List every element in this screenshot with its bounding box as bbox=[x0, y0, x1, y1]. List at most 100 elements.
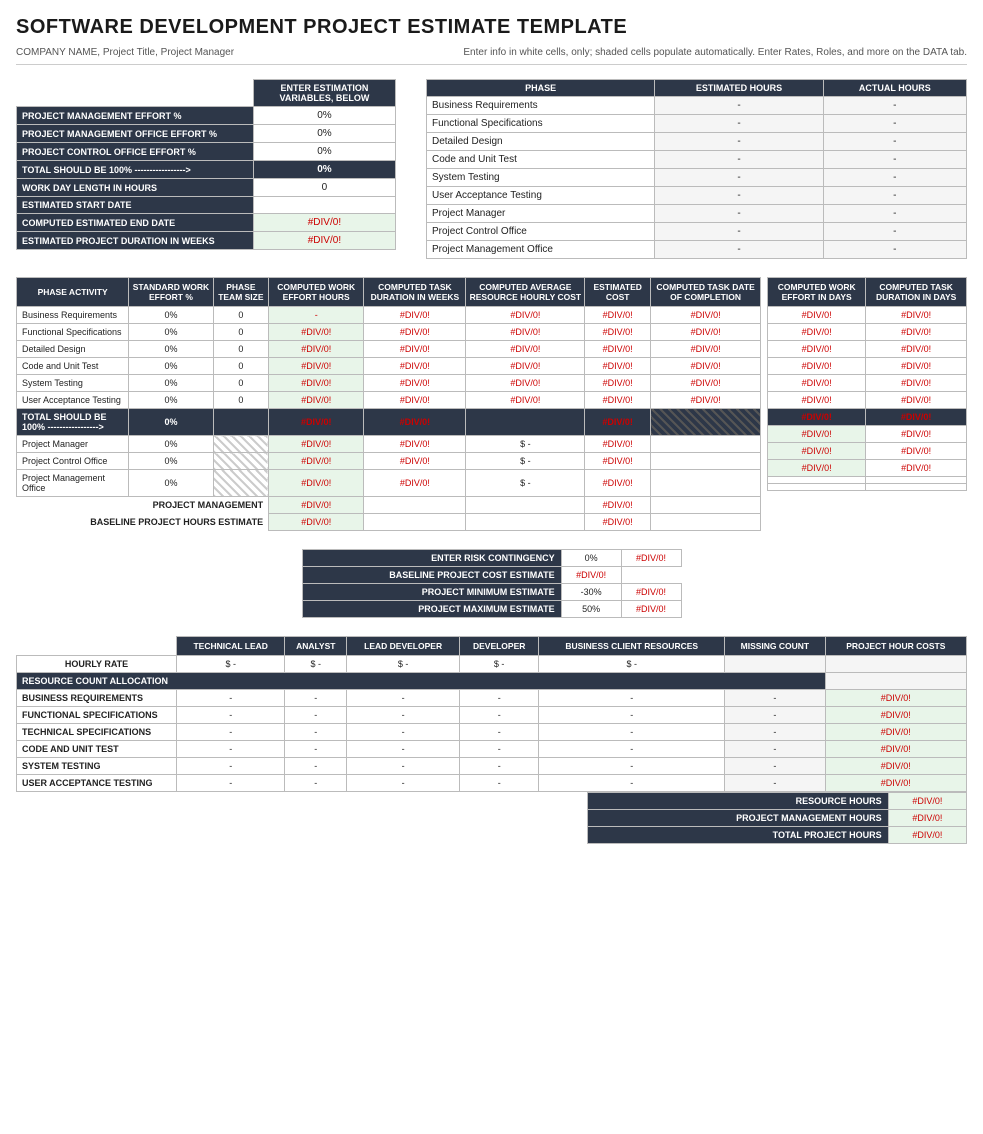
phase-estimated-8: - bbox=[655, 241, 823, 259]
res-row-val-1-0[interactable]: - bbox=[177, 707, 285, 724]
res-row-missing-2: - bbox=[725, 724, 825, 741]
mid-mgmt-workhours-0: #DIV/0! bbox=[269, 436, 364, 453]
left-row-value-2[interactable]: 0% bbox=[253, 143, 395, 161]
mid-total-teamsize bbox=[213, 409, 268, 436]
mid-summary-label-0: PROJECT MANAGEMENT bbox=[17, 497, 269, 514]
mid-effort-3[interactable]: 0% bbox=[129, 358, 213, 375]
mid-teamsize-4[interactable]: 0 bbox=[213, 375, 268, 392]
res-row-val-0-1[interactable]: - bbox=[285, 690, 347, 707]
mid-section: PHASE ACTIVITYSTANDARD WORK EFFORT %PHAS… bbox=[16, 277, 967, 531]
left-row-value-5[interactable] bbox=[253, 197, 395, 214]
mid-mgmt-teamsize-1 bbox=[213, 453, 268, 470]
res-row-label-5: USER ACCEPTANCE TESTING bbox=[17, 775, 177, 792]
res-row-val-2-3[interactable]: - bbox=[460, 724, 539, 741]
mid-teamsize-1[interactable]: 0 bbox=[213, 324, 268, 341]
res-row-val-5-4[interactable]: - bbox=[539, 775, 725, 792]
res-row-val-4-3[interactable]: - bbox=[460, 758, 539, 775]
res-row-val-4-4[interactable]: - bbox=[539, 758, 725, 775]
risk-value1-0[interactable]: 0% bbox=[561, 550, 621, 567]
mini-days-2: #DIV/0! bbox=[768, 341, 866, 358]
left-panel: ENTER ESTIMATION VARIABLES, BELOW PROJEC… bbox=[16, 79, 396, 259]
res-row-val-3-4[interactable]: - bbox=[539, 741, 725, 758]
res-row-val-0-3[interactable]: - bbox=[460, 690, 539, 707]
mid-teamsize-2[interactable]: 0 bbox=[213, 341, 268, 358]
res-row-val-5-1[interactable]: - bbox=[285, 775, 347, 792]
res-row-val-0-4[interactable]: - bbox=[539, 690, 725, 707]
res-row-val-3-1[interactable]: - bbox=[285, 741, 347, 758]
risk-label-2: PROJECT MINIMUM ESTIMATE bbox=[302, 584, 561, 601]
res-row-val-0-0[interactable]: - bbox=[177, 690, 285, 707]
res-row-val-3-0[interactable]: - bbox=[177, 741, 285, 758]
res-row-val-1-4[interactable]: - bbox=[539, 707, 725, 724]
mid-taskdate-1: #DIV/0! bbox=[651, 324, 761, 341]
res-row-val-4-2[interactable]: - bbox=[347, 758, 460, 775]
res-row-val-5-3[interactable]: - bbox=[460, 775, 539, 792]
phase-actual-2: - bbox=[823, 133, 966, 151]
mini-days-5: #DIV/0! bbox=[768, 392, 866, 409]
phase-estimated-1: - bbox=[655, 115, 823, 133]
subtitle-right: Enter info in white cells, only; shaded … bbox=[463, 47, 967, 58]
phase-estimated-7: - bbox=[655, 223, 823, 241]
mini-taskdays-0: #DIV/0! bbox=[866, 307, 967, 324]
left-row-label-3: TOTAL SHOULD BE 100% -----------------> bbox=[17, 161, 254, 179]
res-row-val-5-0[interactable]: - bbox=[177, 775, 285, 792]
phase-name-2: Detailed Design bbox=[427, 133, 655, 151]
res-row-val-2-4[interactable]: - bbox=[539, 724, 725, 741]
mid-total-effort: 0% bbox=[129, 409, 213, 436]
res-hourly-value-2[interactable]: $ - bbox=[347, 656, 460, 673]
mid-summary-hours-0: #DIV/0! bbox=[269, 497, 364, 514]
mid-mgmt-activity-1: Project Control Office bbox=[17, 453, 129, 470]
res-hourly-value-4[interactable]: $ - bbox=[539, 656, 725, 673]
left-row-value-0[interactable]: 0% bbox=[253, 107, 395, 125]
risk-value1-3: 50% bbox=[561, 601, 621, 618]
left-row-value-1[interactable]: 0% bbox=[253, 125, 395, 143]
res-hourly-cost bbox=[825, 656, 966, 673]
phase-actual-6: - bbox=[823, 205, 966, 223]
footer-value-0: #DIV/0! bbox=[888, 793, 966, 810]
res-row-val-2-0[interactable]: - bbox=[177, 724, 285, 741]
res-row-val-5-2[interactable]: - bbox=[347, 775, 460, 792]
page-title: SOFTWARE DEVELOPMENT PROJECT ESTIMATE TE… bbox=[16, 16, 967, 39]
res-hourly-value-1[interactable]: $ - bbox=[285, 656, 347, 673]
res-row-val-3-3[interactable]: - bbox=[460, 741, 539, 758]
phase-actual-0: - bbox=[823, 97, 966, 115]
mid-effort-0[interactable]: 0% bbox=[129, 307, 213, 324]
res-row-val-1-1[interactable]: - bbox=[285, 707, 347, 724]
mini-taskdays-3: #DIV/0! bbox=[866, 358, 967, 375]
phase-estimated-2: - bbox=[655, 133, 823, 151]
mid-mgmt-teamsize-2 bbox=[213, 470, 268, 497]
res-row-val-2-1[interactable]: - bbox=[285, 724, 347, 741]
mid-teamsize-3[interactable]: 0 bbox=[213, 358, 268, 375]
mid-effort-2[interactable]: 0% bbox=[129, 341, 213, 358]
res-row-val-2-2[interactable]: - bbox=[347, 724, 460, 741]
mid-teamsize-5[interactable]: 0 bbox=[213, 392, 268, 409]
mid-effort-1[interactable]: 0% bbox=[129, 324, 213, 341]
mid-total-workhours: #DIV/0! bbox=[269, 409, 364, 436]
mid-estcost-1: #DIV/0! bbox=[585, 324, 651, 341]
phase-estimated-6: - bbox=[655, 205, 823, 223]
mid-total-label: TOTAL SHOULD BE 100% -----------------> bbox=[17, 409, 129, 436]
mid-activity-5: User Acceptance Testing bbox=[17, 392, 129, 409]
res-row-val-3-2[interactable]: - bbox=[347, 741, 460, 758]
mid-mgmt-estcost-2: #DIV/0! bbox=[585, 470, 651, 497]
risk-value2-0: #DIV/0! bbox=[621, 550, 681, 567]
mid-summary-blank-1 bbox=[364, 514, 466, 531]
mid-teamsize-0[interactable]: 0 bbox=[213, 307, 268, 324]
left-row-value-4[interactable]: 0 bbox=[253, 179, 395, 197]
mini-mgmt-days-2: #DIV/0! bbox=[768, 460, 866, 477]
res-row-val-1-3[interactable]: - bbox=[460, 707, 539, 724]
res-row-val-1-2[interactable]: - bbox=[347, 707, 460, 724]
mid-header-2: PHASE TEAM SIZE bbox=[213, 278, 268, 307]
mid-effort-5[interactable]: 0% bbox=[129, 392, 213, 409]
res-row-val-0-2[interactable]: - bbox=[347, 690, 460, 707]
res-hourly-value-0[interactable]: $ - bbox=[177, 656, 285, 673]
mini-mgmt-taskdays-0: #DIV/0! bbox=[866, 426, 967, 443]
res-row-val-4-1[interactable]: - bbox=[285, 758, 347, 775]
mid-effort-4[interactable]: 0% bbox=[129, 375, 213, 392]
mini-spacer-b-0 bbox=[866, 477, 967, 484]
risk-label-0[interactable]: ENTER RISK CONTINGENCY bbox=[302, 550, 561, 567]
risk-value-1: #DIV/0! bbox=[561, 567, 621, 584]
res-row-val-4-0[interactable]: - bbox=[177, 758, 285, 775]
res-hourly-value-3[interactable]: $ - bbox=[460, 656, 539, 673]
res-hourly-label: HOURLY RATE bbox=[17, 656, 177, 673]
